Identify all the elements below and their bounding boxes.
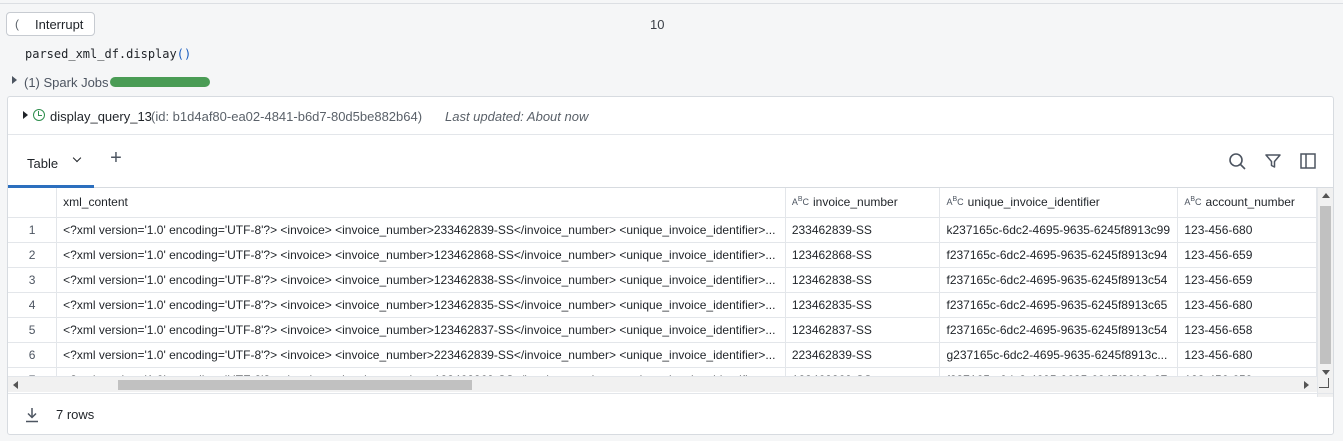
interrupt-button[interactable]: ( Interrupt (6, 12, 95, 36)
cell-unique-invoice-identifier[interactable]: k237165c-6dc2-4695-9635-6245f8913c99 (939, 217, 1179, 243)
cell-xml-content[interactable]: <?xml version='1.0' encoding='UTF-8'?> <… (56, 267, 786, 293)
header-row: xml_content ABC invoice_number ABC unique_… (8, 188, 1317, 218)
code-parens: () (176, 47, 192, 61)
cell-invoice-number[interactable]: 123462835-SS (785, 292, 941, 318)
code-line: parsed_xml_df.display() (25, 47, 191, 61)
vertical-scrollbar[interactable] (1317, 188, 1333, 397)
cell-xml-content[interactable]: <?xml version='1.0' encoding='UTF-8'?> <… (56, 217, 786, 243)
scroll-thumb[interactable] (1320, 206, 1331, 364)
scroll-thumb[interactable] (118, 380, 472, 390)
expand-triangle-icon (12, 76, 17, 84)
column-header-invoice-number[interactable]: ABC invoice_number (785, 188, 941, 218)
cell-toolbar: ( Interrupt 10 (0, 0, 1343, 44)
column-header-unique-invoice-identifier[interactable]: ABC unique_invoice_identifier (939, 188, 1179, 218)
search-icon[interactable] (1228, 152, 1246, 170)
download-icon[interactable] (24, 407, 40, 423)
cell-account-number[interactable]: 123-456-658 (1177, 317, 1317, 343)
cell-xml-content[interactable]: <?xml version='1.0' encoding='UTF-8'?> <… (56, 242, 786, 268)
column-header-label: invoice_number (813, 195, 898, 210)
notebook-cell: ( Interrupt 10 parsed_xml_df.display() (… (0, 0, 1343, 441)
column-header-xml-content[interactable]: xml_content (56, 188, 786, 218)
column-header-label: xml_content (63, 195, 128, 210)
cell-unique-invoice-identifier[interactable]: f237165c-6dc2-4695-9635-6245f8913c54 (939, 267, 1179, 293)
column-header-label: account_number (1205, 195, 1295, 210)
table-row[interactable]: 4 <?xml version='1.0' encoding='UTF-8'?>… (8, 292, 1317, 318)
cell-invoice-number[interactable]: 233462839-SS (785, 217, 941, 243)
cell-account-number[interactable]: 123-456-659 (1177, 267, 1317, 293)
resize-handle-icon[interactable] (1319, 378, 1329, 388)
row-number: 2 (8, 242, 58, 268)
chevron-down-icon[interactable] (72, 153, 82, 163)
string-type-icon: ABC (1184, 196, 1202, 208)
execution-count: 10 (650, 17, 665, 32)
cell-unique-invoice-identifier[interactable]: f237165c-6dc2-4695-9635-6245f8913c94 (939, 242, 1179, 268)
query-name[interactable]: display_query_13 (50, 109, 152, 124)
cell-invoice-number[interactable]: 223462839-SS (785, 342, 941, 368)
tab-table-label: Table (27, 156, 59, 171)
row-number: 4 (8, 292, 58, 318)
divider (0, 3, 1343, 4)
results-panel: display_query_13 (id: b1d4af80-ea02-4841… (7, 96, 1334, 435)
scroll-left-arrow-icon[interactable] (13, 381, 18, 389)
cell-invoice-number[interactable]: 123462838-SS (785, 267, 941, 293)
spark-jobs-toggle[interactable]: (1) Spark Jobs (0, 70, 400, 94)
column-header-account-number[interactable]: ABC account_number (1177, 188, 1317, 218)
string-type-icon: ABC (946, 196, 964, 208)
sidebar-panel-icon[interactable] (1299, 152, 1317, 170)
query-header: display_query_13 (id: b1d4af80-ea02-4841… (8, 97, 1333, 135)
row-number: 3 (8, 267, 58, 293)
table-row[interactable]: 1 <?xml version='1.0' encoding='UTF-8'?>… (8, 217, 1317, 243)
row-number: 1 (8, 217, 58, 243)
cell-xml-content[interactable]: <?xml version='1.0' encoding='UTF-8'?> <… (56, 317, 786, 343)
clock-icon (33, 109, 45, 121)
interrupt-label: Interrupt (35, 16, 84, 32)
row-number: 5 (8, 317, 58, 343)
cell-unique-invoice-identifier[interactable]: f237165c-6dc2-4695-9635-6245f8913c65 (939, 292, 1179, 318)
table-row[interactable]: 3 <?xml version='1.0' encoding='UTF-8'?>… (8, 267, 1317, 293)
cell-unique-invoice-identifier[interactable]: f237165c-6dc2-4695-9635-6245f8913c54 (939, 317, 1179, 343)
cell-xml-content[interactable]: <?xml version='1.0' encoding='UTF-8'?> <… (56, 342, 786, 368)
spark-jobs-progress-bar (110, 77, 210, 87)
scroll-right-arrow-icon[interactable] (1304, 381, 1309, 389)
results-grid[interactable]: xml_content ABC invoice_number ABC unique_… (8, 188, 1317, 380)
code-editor[interactable]: parsed_xml_df.display() (0, 44, 1343, 66)
cell-unique-invoice-identifier[interactable]: g237165c-6dc2-4695-9635-6245f8913c... (939, 342, 1179, 368)
scroll-down-arrow-icon[interactable] (1322, 370, 1330, 375)
query-id: (id: b1d4af80-ea02-4841-b6d7-80d5be882b6… (151, 109, 423, 124)
tab-table[interactable]: Table (8, 135, 94, 188)
spark-jobs-label: (1) Spark Jobs (24, 75, 109, 90)
filter-icon[interactable] (1264, 152, 1282, 170)
column-header-label: unique_invoice_identifier (967, 195, 1100, 210)
table-row[interactable]: 6 <?xml version='1.0' encoding='UTF-8'?>… (8, 342, 1317, 368)
row-number-header (8, 188, 58, 218)
scroll-up-arrow-icon[interactable] (1322, 193, 1330, 198)
spinner-icon: ( (15, 17, 19, 31)
cell-invoice-number[interactable]: 123462837-SS (785, 317, 941, 343)
view-tabs: Table + (8, 135, 1333, 188)
string-type-icon: ABC (791, 196, 809, 208)
table-row[interactable]: 2 <?xml version='1.0' encoding='UTF-8'?>… (8, 242, 1317, 268)
row-count: 7 rows (56, 407, 95, 422)
cell-account-number[interactable]: 123-456-659 (1177, 242, 1317, 268)
expand-triangle-icon[interactable] (23, 111, 28, 119)
cell-account-number[interactable]: 123-456-680 (1177, 217, 1317, 243)
cell-account-number[interactable]: 123-456-680 (1177, 342, 1317, 368)
cell-account-number[interactable]: 123-456-680 (1177, 292, 1317, 318)
table-row[interactable]: 5 <?xml version='1.0' encoding='UTF-8'?>… (8, 317, 1317, 343)
results-footer: 7 rows (8, 393, 1333, 434)
add-visualization-button[interactable]: + (108, 148, 124, 168)
horizontal-scrollbar[interactable] (8, 376, 1317, 392)
cell-xml-content[interactable]: <?xml version='1.0' encoding='UTF-8'?> <… (56, 292, 786, 318)
cell-invoice-number[interactable]: 123462868-SS (785, 242, 941, 268)
code-text: parsed_xml_df.display (25, 47, 177, 61)
last-updated: Last updated: About now (445, 109, 589, 124)
row-number: 6 (8, 342, 58, 368)
